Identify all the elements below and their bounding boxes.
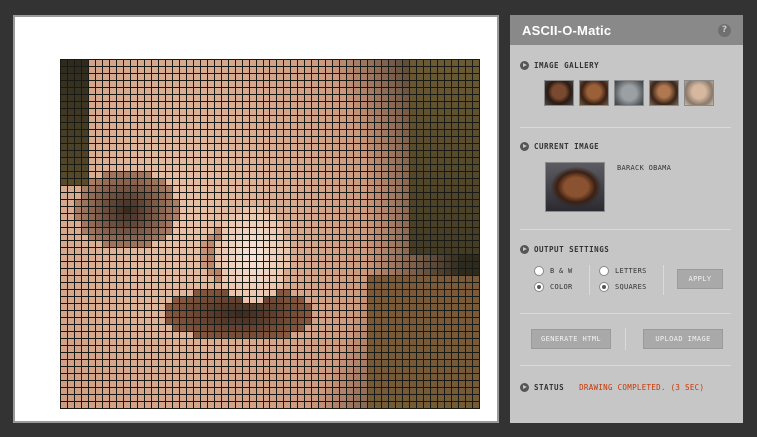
radio-bw[interactable]: B & W (534, 266, 573, 276)
radio-squares[interactable]: SQUARES (599, 282, 647, 292)
vertical-divider (625, 328, 626, 350)
gallery-thumbnail-2[interactable] (579, 80, 609, 106)
radio-bw-label: B & W (550, 267, 573, 275)
apply-button[interactable]: APPLY (677, 269, 723, 289)
help-icon[interactable]: ? (718, 23, 731, 37)
arrow-right-icon (520, 245, 529, 254)
output-settings-section: OUTPUT SETTINGS B & W COLOR LETTERS SQUA… (520, 245, 733, 305)
current-image-name: BARACK OBAMA (617, 164, 672, 172)
radio-color[interactable]: COLOR (534, 282, 573, 292)
radio-letters[interactable]: LETTERS (599, 266, 647, 276)
current-image-title: CURRENT IMAGE (534, 142, 600, 151)
current-image-section: CURRENT IMAGE BARACK OBAMA (520, 142, 733, 222)
status-heading: STATUS DRAWING COMPLETED. (3 SEC) (520, 383, 733, 392)
image-gallery-section: IMAGE GALLERY (520, 61, 733, 106)
app-title: ASCII-O-Matic (522, 22, 612, 38)
current-image-preview (545, 162, 605, 212)
status-title: STATUS (534, 383, 565, 392)
arrow-right-icon (520, 142, 529, 151)
output-settings-heading: OUTPUT SETTINGS (520, 245, 733, 254)
current-image-heading: CURRENT IMAGE (520, 142, 733, 151)
output-canvas-frame (13, 15, 499, 423)
gallery-thumbnail-1[interactable] (544, 80, 574, 106)
radio-bw-control[interactable] (534, 266, 544, 276)
radio-color-label: COLOR (550, 283, 573, 291)
status-section: STATUS DRAWING COMPLETED. (3 SEC) (520, 383, 733, 392)
gallery-thumbnail-4[interactable] (649, 80, 679, 106)
image-gallery-title: IMAGE GALLERY (534, 61, 600, 70)
divider (520, 365, 731, 366)
generate-html-button[interactable]: GENERATE HTML (531, 329, 611, 349)
radio-letters-control[interactable] (599, 266, 609, 276)
arrow-right-icon (520, 61, 529, 70)
gallery-thumbnail-3[interactable] (614, 80, 644, 106)
gallery-thumbnails (544, 80, 733, 106)
panel-header: ASCII-O-Matic ? (510, 15, 743, 45)
radio-color-control[interactable] (534, 282, 544, 292)
ascii-output-grid (60, 59, 480, 409)
divider (520, 313, 731, 314)
radio-squares-control[interactable] (599, 282, 609, 292)
divider (520, 229, 731, 230)
vertical-divider (663, 265, 664, 295)
radio-letters-label: LETTERS (615, 267, 647, 275)
arrow-right-icon (520, 383, 529, 392)
upload-image-button[interactable]: UPLOAD IMAGE (643, 329, 723, 349)
output-settings-title: OUTPUT SETTINGS (534, 245, 610, 254)
radio-squares-label: SQUARES (615, 283, 647, 291)
vertical-divider (589, 265, 590, 295)
divider (520, 127, 731, 128)
control-panel: ASCII-O-Matic ? IMAGE GALLERY CURRENT IM… (510, 15, 743, 423)
image-gallery-heading: IMAGE GALLERY (520, 61, 733, 70)
gallery-thumbnail-5[interactable] (684, 80, 714, 106)
status-message: DRAWING COMPLETED. (3 SEC) (579, 383, 705, 392)
